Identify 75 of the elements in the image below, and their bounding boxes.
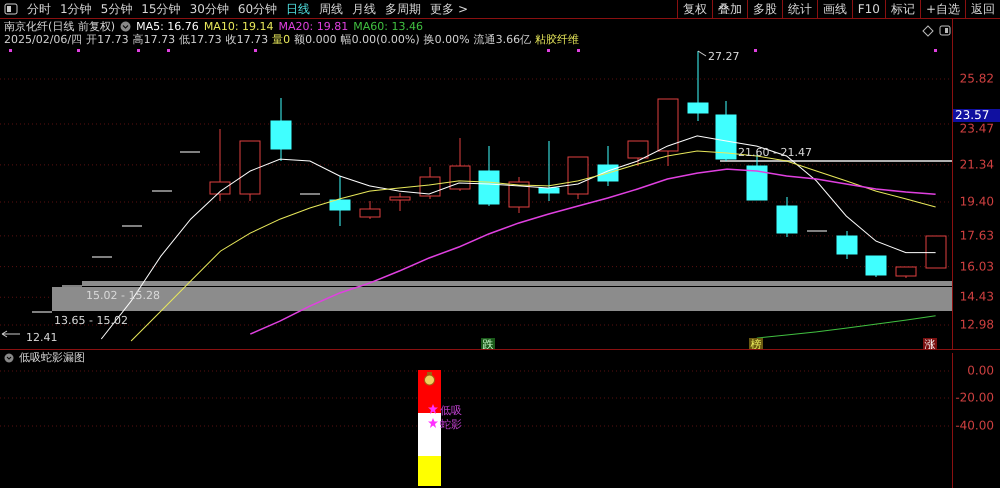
- quote-field: 换0.00%: [424, 34, 470, 46]
- candlestick: [716, 100, 736, 162]
- price-axis-label: 17.63: [958, 229, 995, 242]
- period-tab[interactable]: 5分钟: [100, 0, 132, 18]
- candlestick: [628, 140, 648, 166]
- stock-title: 南京化纤(日线 前复权): [4, 20, 116, 32]
- period-tab[interactable]: 1分钟: [60, 0, 92, 18]
- candlestick: [598, 146, 618, 186]
- quote-field: 幅0.00(0.00%): [340, 34, 420, 46]
- candlestick: [508, 176, 530, 214]
- price-axis-label: 19.40: [958, 196, 995, 208]
- candlestick: [478, 146, 500, 206]
- quote-field: 低17.73: [179, 34, 222, 46]
- price-axis-label: 25.82: [958, 72, 995, 86]
- candlestick: [866, 256, 886, 278]
- flat-candlestick: [152, 190, 172, 192]
- price-label: 12.41: [26, 331, 58, 344]
- candlestick: [240, 140, 260, 202]
- candlestick: [688, 50, 708, 122]
- quote-field: 2025/02/06/四: [4, 34, 82, 46]
- ma-indicator: MA20: 19.81: [278, 20, 348, 32]
- price-axis-label: 14.43: [958, 290, 995, 304]
- price-label: 27.27: [708, 50, 740, 63]
- candlestick: [926, 236, 946, 268]
- candlestick: [568, 156, 588, 200]
- arrow-icon: [2, 330, 20, 338]
- price-axis-label: 21.34: [958, 158, 995, 172]
- price-axis-label: 12.98: [958, 318, 995, 332]
- price-axis-label: 16.03: [958, 260, 995, 274]
- period-tab[interactable]: 周线: [319, 0, 344, 18]
- quote-field: 收17.73: [226, 34, 268, 46]
- quote-field: 流通3.66亿: [474, 34, 532, 46]
- candlestick: [390, 192, 410, 212]
- candlestick: [776, 196, 798, 238]
- leader-line: [698, 50, 706, 56]
- candlestick: [330, 176, 350, 226]
- panel-toggle-icon[interactable]: [940, 26, 950, 36]
- quote-field: 额0.000: [294, 34, 337, 46]
- period-tab[interactable]: 30分钟: [190, 0, 229, 18]
- indicator-axis-label: 0.00: [966, 364, 995, 378]
- indicator-title: 低吸蛇影漏图: [19, 352, 85, 364]
- signal-marker: 跌: [481, 338, 495, 349]
- indicator-axis-label: -20.00: [954, 392, 995, 404]
- price-axis-label: 23.47: [958, 122, 995, 136]
- quote-field: 粘胶纤维: [535, 34, 580, 46]
- period-tab[interactable]: 更多 >: [430, 0, 468, 18]
- money-bag-icon: [424, 372, 435, 386]
- period-tab[interactable]: 15分钟: [141, 0, 181, 18]
- period-tab[interactable]: 多周期: [385, 0, 422, 18]
- flat-candlestick: [806, 230, 828, 232]
- panel-toggle-icon[interactable]: [4, 3, 18, 15]
- candlestick: [420, 166, 440, 200]
- candlestick: [836, 230, 858, 260]
- candlestick: [270, 98, 292, 162]
- quote-field: 量0: [272, 34, 290, 46]
- ma-indicator: MA60: 13.46: [353, 20, 423, 32]
- current-price-tag: 23.57: [953, 109, 1000, 122]
- collapse-icon[interactable]: [4, 352, 14, 362]
- candlestick: [538, 140, 560, 202]
- quote-field: 开17.73: [86, 34, 129, 46]
- candlestick: [658, 98, 678, 166]
- period-tab[interactable]: 分时: [27, 0, 51, 18]
- ma-indicator: MA10: 19.14: [204, 20, 274, 32]
- period-tab[interactable]: 月线: [352, 0, 376, 18]
- candlestick: [896, 266, 916, 278]
- candlestick: [360, 200, 380, 220]
- ma-indicator: MA5: 16.76: [136, 20, 199, 32]
- period-tab[interactable]: 60分钟: [238, 0, 278, 18]
- dropdown-icon[interactable]: [120, 21, 132, 32]
- flat-candlestick: [92, 256, 112, 258]
- candlestick: [450, 138, 470, 192]
- quote-field: 高17.73: [132, 34, 176, 46]
- indicator-axis-label: -40.00: [954, 420, 995, 432]
- diamond-icon[interactable]: [922, 25, 934, 37]
- period-tab[interactable]: 日线: [286, 0, 310, 18]
